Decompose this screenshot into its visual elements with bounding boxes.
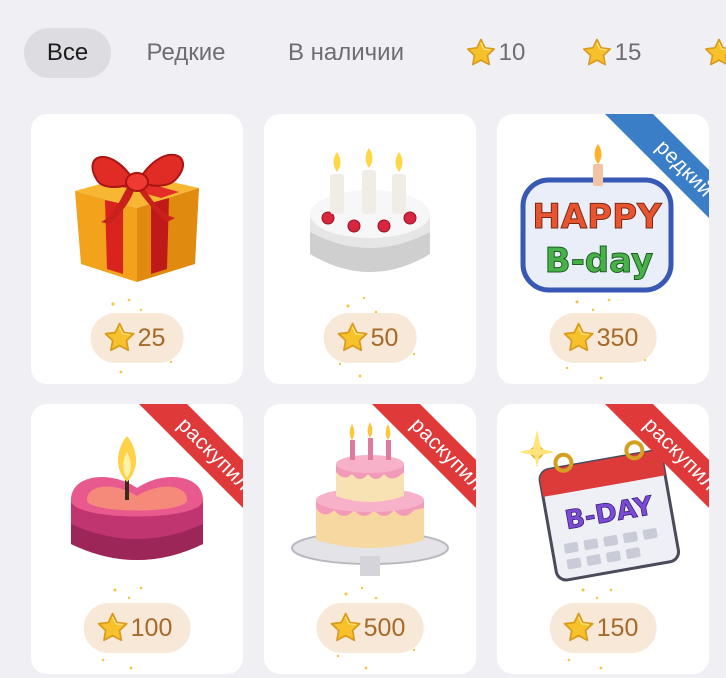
rare-ribbon-label: редкий bbox=[597, 114, 709, 256]
birthday-cake-image bbox=[310, 148, 430, 272]
gift-card-happy-bday[interactable]: HAPPY B-day 350 редкий bbox=[497, 114, 709, 384]
tab-price-more[interactable] bbox=[690, 28, 726, 78]
tab-all-label: Все bbox=[46, 39, 89, 66]
sold-out-ribbon-label: раскупили bbox=[364, 404, 476, 546]
tab-price-10-label: 10 bbox=[498, 39, 526, 66]
star-icon bbox=[581, 37, 613, 69]
tab-in-stock-label: В наличии bbox=[287, 39, 404, 66]
price-badge: 500 bbox=[316, 603, 424, 653]
star-icon bbox=[465, 37, 497, 69]
price-value: 350 bbox=[596, 323, 639, 352]
tab-price-15-label: 15 bbox=[614, 39, 642, 66]
price-badge: 50 bbox=[323, 313, 417, 363]
tab-rare-label: Редкие bbox=[146, 39, 226, 66]
gift-card-heart-candle[interactable]: 100 раскупили bbox=[31, 404, 243, 674]
rare-ribbon: редкий bbox=[559, 114, 709, 264]
star-icon bbox=[703, 37, 726, 69]
tab-price-15[interactable]: 15 bbox=[572, 28, 650, 78]
gift-card-birthday-cake[interactable]: 50 bbox=[264, 114, 476, 384]
star-icon bbox=[336, 321, 370, 355]
tab-price-10[interactable]: 10 bbox=[456, 28, 534, 78]
price-value: 150 bbox=[596, 613, 639, 642]
sold-out-ribbon-label: раскупили bbox=[131, 404, 243, 546]
price-badge: 150 bbox=[549, 603, 657, 653]
gift-card-tiered-cake[interactable]: 500 раскупили bbox=[264, 404, 476, 674]
filter-tabs: Все Редкие В наличии 10 15 bbox=[0, 0, 726, 106]
gift-card-bday-calendar[interactable]: B-DAY 150 раскупили bbox=[497, 404, 709, 674]
sold-out-ribbon: раскупили bbox=[326, 404, 476, 554]
star-icon bbox=[103, 321, 137, 355]
gift-card-gift-box[interactable]: 25 bbox=[31, 114, 243, 384]
tab-all[interactable]: Все bbox=[24, 28, 111, 78]
price-badge: 350 bbox=[549, 313, 657, 363]
tab-rare[interactable]: Редкие bbox=[130, 28, 242, 78]
price-badge: 100 bbox=[83, 603, 191, 653]
star-icon bbox=[96, 611, 130, 645]
star-icon bbox=[562, 321, 596, 355]
gift-box-image bbox=[75, 153, 199, 282]
star-icon bbox=[329, 611, 363, 645]
tab-in-stock[interactable]: В наличии bbox=[270, 28, 422, 78]
star-icon bbox=[562, 611, 596, 645]
price-badge: 25 bbox=[90, 313, 184, 363]
price-value: 500 bbox=[363, 613, 406, 642]
price-value: 50 bbox=[370, 323, 399, 352]
price-value: 25 bbox=[137, 323, 166, 352]
sold-out-ribbon: раскупили bbox=[93, 404, 243, 554]
price-value: 100 bbox=[130, 613, 173, 642]
sold-out-ribbon-label: раскупили bbox=[597, 404, 709, 546]
sold-out-ribbon: раскупили bbox=[559, 404, 709, 554]
